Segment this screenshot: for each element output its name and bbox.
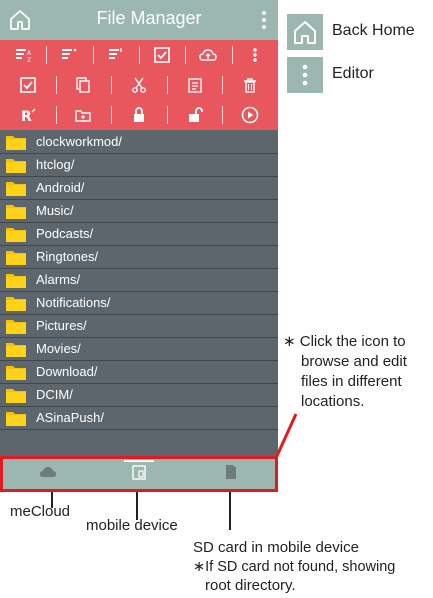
copy-icon[interactable] [55, 70, 112, 100]
svg-text:Z: Z [27, 57, 31, 64]
sort-date-icon[interactable] [92, 40, 139, 70]
folder-row[interactable]: Pictures/ [0, 315, 278, 338]
folder-name: Alarms/ [36, 272, 81, 287]
callout-line-3: files in different [301, 373, 402, 390]
folder-icon [6, 226, 26, 242]
legend-back-home-label: Back Home [332, 22, 415, 39]
svg-text:R: R [21, 109, 32, 124]
sd-card-tab[interactable] [185, 459, 275, 489]
more-vert-icon [287, 57, 323, 93]
sd-card-label: SD card in mobile device [193, 539, 359, 556]
folder-name: Download/ [36, 364, 98, 379]
folder-name: Ringtones/ [36, 249, 99, 264]
toolbar-row-file: R [0, 100, 278, 130]
legend-editor: Editor [287, 57, 433, 93]
callout-pointer [274, 413, 298, 459]
folder-row[interactable]: Alarms/ [0, 269, 278, 292]
folder-row[interactable]: Music/ [0, 200, 278, 223]
folder-name: ASinaPush/ [36, 410, 104, 425]
home-icon[interactable] [8, 8, 32, 32]
folder-row[interactable]: Download/ [0, 361, 278, 384]
folder-icon [6, 134, 26, 150]
phone-screen: File Manager AZ R clockworkmod/ htclog/ … [0, 0, 278, 492]
overflow-menu-icon[interactable] [260, 8, 268, 32]
folder-name: Notifications/ [36, 295, 111, 310]
folder-icon [6, 295, 26, 311]
folder-row[interactable]: Ringtones/ [0, 246, 278, 269]
rename-icon[interactable]: R [0, 100, 56, 130]
more-vert-icon[interactable] [231, 40, 278, 70]
cloud-upload-icon[interactable] [185, 40, 231, 70]
folder-name: clockworkmod/ [36, 134, 122, 149]
mobile-device-icon [130, 463, 148, 486]
toolbar-row-edit [0, 70, 278, 100]
folder-row[interactable]: Podcasts/ [0, 223, 278, 246]
sd-card-note-1: ∗If SD card not found, showing [193, 559, 396, 575]
paste-icon[interactable] [166, 70, 223, 100]
legend-editor-label: Editor [332, 65, 374, 82]
folder-icon [6, 180, 26, 196]
delete-icon[interactable] [222, 70, 278, 100]
leader-line-sdcard [229, 492, 231, 530]
sort-az-icon[interactable]: AZ [0, 40, 46, 70]
folder-icon [6, 410, 26, 426]
folder-name: Music/ [36, 203, 74, 218]
folder-icon [6, 272, 26, 288]
toolbar-row-sort: AZ [0, 40, 278, 70]
folder-name: Movies/ [36, 341, 81, 356]
app-title: File Manager [96, 8, 202, 28]
folder-icon [6, 364, 26, 380]
folder-icon [6, 157, 26, 173]
new-folder-icon[interactable] [55, 100, 112, 130]
folder-row[interactable]: Movies/ [0, 338, 278, 361]
folder-icon [6, 341, 26, 357]
folder-icon [6, 203, 26, 219]
folder-row[interactable]: Android/ [0, 177, 278, 200]
folder-name: htclog/ [36, 157, 75, 172]
folder-icon [6, 249, 26, 265]
folder-row[interactable]: clockworkmod/ [0, 131, 278, 154]
folder-row[interactable]: ASinaPush/ [0, 407, 278, 430]
sd-card-note-2: root directory. [205, 577, 296, 594]
folder-name: Android/ [36, 180, 85, 195]
folder-icon [6, 387, 26, 403]
sort-size-icon[interactable] [46, 40, 92, 70]
callout-line-2: browse and edit [301, 353, 407, 370]
cut-icon[interactable] [111, 70, 167, 100]
callout-line-4: locations. [301, 393, 365, 410]
mecloud-tab[interactable] [3, 459, 93, 489]
title-bar: File Manager [0, 0, 278, 40]
home-icon [287, 14, 323, 50]
unlock-icon[interactable] [166, 100, 223, 130]
svg-text:A: A [27, 50, 32, 57]
folder-name: DCIM/ [36, 387, 73, 402]
legend-back-home: Back Home [287, 14, 433, 50]
play-icon[interactable] [222, 100, 278, 130]
storage-location-bar [0, 456, 278, 492]
callout-line-1: ∗ Click the icon to [283, 333, 406, 350]
mobile-device-label: mobile device [86, 517, 178, 534]
folder-row[interactable]: DCIM/ [0, 384, 278, 407]
folder-icon [6, 318, 26, 334]
folder-row[interactable]: htclog/ [0, 154, 278, 177]
mecloud-label: meCloud [10, 503, 71, 520]
cloud-icon [39, 463, 57, 486]
folder-name: Podcasts/ [36, 226, 94, 241]
folder-row[interactable]: Notifications/ [0, 292, 278, 315]
sd-card-icon [221, 463, 239, 486]
checkbox-icon[interactable] [0, 70, 56, 100]
select-check-icon[interactable] [138, 40, 185, 70]
mobile-device-tab[interactable] [94, 459, 184, 489]
folder-name: Pictures/ [36, 318, 87, 333]
action-toolbar: AZ R [0, 40, 278, 130]
lock-icon[interactable] [111, 100, 167, 130]
folder-list: clockworkmod/htclog/Android/Music/Podcas… [0, 131, 278, 430]
